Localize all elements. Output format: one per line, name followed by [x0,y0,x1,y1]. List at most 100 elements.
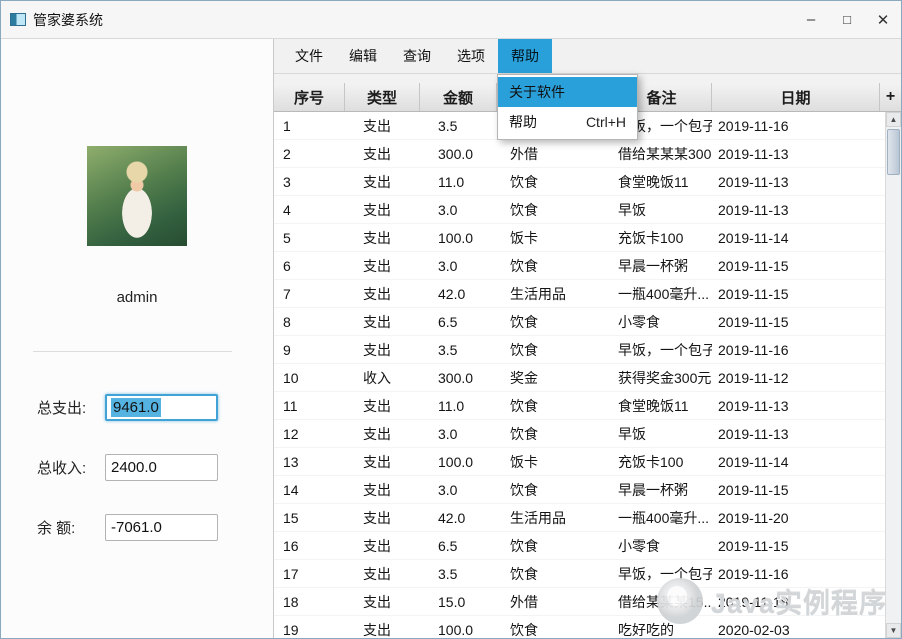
table-cell[interactable]: 18 [274,588,345,615]
table-cell[interactable]: 支出 [345,420,420,447]
table-cell[interactable]: 支出 [345,252,420,279]
table-cell[interactable]: 食堂晚饭11 [612,168,712,195]
table-cell[interactable]: 15 [274,504,345,531]
table-cell[interactable]: 1 [274,112,345,139]
table-cell[interactable]: 3.5 [420,112,497,139]
table-cell[interactable]: 饮食 [497,252,612,279]
table-cell[interactable]: 支出 [345,560,420,587]
table-cell[interactable]: 饭卡 [497,448,612,475]
table-cell[interactable]: 2019-11-13 [712,140,880,167]
table-cell[interactable]: 2019-11-16 [712,112,880,139]
table-cell[interactable]: 支出 [345,476,420,503]
table-cell[interactable]: 2019-11-18 [712,588,880,615]
table-cell[interactable]: 饮食 [497,532,612,559]
table-cell[interactable]: 饮食 [497,420,612,447]
table-cell[interactable]: 2019-11-13 [712,420,880,447]
table-row[interactable]: 14 支出 3.0 饮食 早晨一杯粥 2019-11-15 [274,476,885,504]
table-cell[interactable]: 借给某某某15... [612,588,712,615]
table-cell[interactable]: 2019-11-16 [712,560,880,587]
column-header-type[interactable]: 类型 [345,83,420,111]
total-expense-input[interactable]: 9461.0 [105,393,218,421]
table-row[interactable]: 7 支出 42.0 生活用品 一瓶400毫升... 2019-11-15 [274,280,885,308]
table-cell[interactable]: 2019-11-15 [712,476,880,503]
table-cell[interactable]: 17 [274,560,345,587]
balance-input[interactable]: -7061.0 [105,513,218,541]
table-cell[interactable]: 饭卡 [497,224,612,251]
table-cell[interactable]: 获得奖金300元 [612,364,712,391]
table-cell[interactable]: 饮食 [497,560,612,587]
table-cell[interactable]: 早饭，一个包子 [612,560,712,587]
table-cell[interactable]: 4 [274,196,345,223]
table-cell[interactable]: 3.0 [420,476,497,503]
table-cell[interactable]: 2020-02-03 [712,616,880,638]
scroll-down-icon[interactable]: ▼ [886,623,901,638]
scrollbar-thumb[interactable] [887,129,900,175]
table-row[interactable]: 2 支出 300.0 外借 借给某某某300 2019-11-13 [274,140,885,168]
table-cell[interactable]: 13 [274,448,345,475]
table-cell[interactable]: 早饭，一个包子 [612,336,712,363]
table-cell[interactable]: 6.5 [420,532,497,559]
table-cell[interactable]: 3.0 [420,252,497,279]
table-row[interactable]: 5 支出 100.0 饭卡 充饭卡100 2019-11-14 [274,224,885,252]
vertical-scrollbar[interactable]: ▲ ▼ [885,112,901,638]
column-header-date[interactable]: 日期 [712,83,880,111]
table-cell[interactable]: 19 [274,616,345,638]
menu-edit[interactable]: 编辑 [336,39,390,73]
table-cell[interactable]: 早晨一杯粥 [612,476,712,503]
table-cell[interactable]: 小零食 [612,308,712,335]
table-cell[interactable]: 生活用品 [497,504,612,531]
table-cell[interactable]: 5 [274,224,345,251]
table-cell[interactable]: 支出 [345,504,420,531]
table-row[interactable]: 3 支出 11.0 饮食 食堂晚饭11 2019-11-13 [274,168,885,196]
table-cell[interactable]: 16 [274,532,345,559]
table-row[interactable]: 19 支出 100.0 饮食 吃好吃的 2020-02-03 [274,616,885,638]
close-button[interactable]: ✕ [865,1,901,38]
table-cell[interactable]: 吃好吃的 [612,616,712,638]
table-cell[interactable]: 2019-11-15 [712,252,880,279]
table-cell[interactable]: 小零食 [612,532,712,559]
table-cell[interactable]: 食堂晚饭11 [612,392,712,419]
total-income-input[interactable]: 2400.0 [105,453,218,481]
menu-query[interactable]: 查询 [390,39,444,73]
column-header-index[interactable]: 序号 [274,83,345,111]
column-control-button[interactable]: + [880,83,901,111]
table-cell[interactable]: 3.5 [420,336,497,363]
table-cell[interactable]: 饮食 [497,392,612,419]
table-cell[interactable]: 支出 [345,140,420,167]
table-cell[interactable]: 支出 [345,196,420,223]
table-cell[interactable]: 11.0 [420,392,497,419]
menu-help[interactable]: 帮助 [498,39,552,73]
table-cell[interactable]: 11.0 [420,168,497,195]
table-cell[interactable]: 支出 [345,224,420,251]
table-cell[interactable]: 支出 [345,308,420,335]
menu-item-about[interactable]: 关于软件 [498,77,637,107]
table-cell[interactable]: 饮食 [497,476,612,503]
table-cell[interactable]: 2019-11-13 [712,196,880,223]
table-row[interactable]: 13 支出 100.0 饭卡 充饭卡100 2019-11-14 [274,448,885,476]
table-cell[interactable]: 饮食 [497,616,612,638]
table-cell[interactable]: 生活用品 [497,280,612,307]
table-cell[interactable]: 6 [274,252,345,279]
table-cell[interactable]: 2019-11-20 [712,504,880,531]
table-row[interactable]: 4 支出 3.0 饮食 早饭 2019-11-13 [274,196,885,224]
table-cell[interactable]: 支出 [345,588,420,615]
table-cell[interactable]: 300.0 [420,140,497,167]
table-cell[interactable]: 2 [274,140,345,167]
table-cell[interactable]: 饮食 [497,168,612,195]
table-cell[interactable]: 充饭卡100 [612,224,712,251]
table-cell[interactable]: 12 [274,420,345,447]
table-cell[interactable]: 2019-11-15 [712,308,880,335]
table-cell[interactable]: 3 [274,168,345,195]
scroll-up-icon[interactable]: ▲ [886,112,901,127]
table-cell[interactable]: 支出 [345,616,420,638]
table-cell[interactable]: 饮食 [497,336,612,363]
table-row[interactable]: 6 支出 3.0 饮食 早晨一杯粥 2019-11-15 [274,252,885,280]
table-cell[interactable]: 14 [274,476,345,503]
table-cell[interactable]: 10 [274,364,345,391]
menu-item-help[interactable]: 帮助 Ctrl+H [498,107,637,137]
table-cell[interactable]: 支出 [345,532,420,559]
table-cell[interactable]: 收入 [345,364,420,391]
table-cell[interactable]: 2019-11-15 [712,532,880,559]
table-cell[interactable]: 支出 [345,280,420,307]
table-row[interactable]: 10 收入 300.0 奖金 获得奖金300元 2019-11-12 [274,364,885,392]
